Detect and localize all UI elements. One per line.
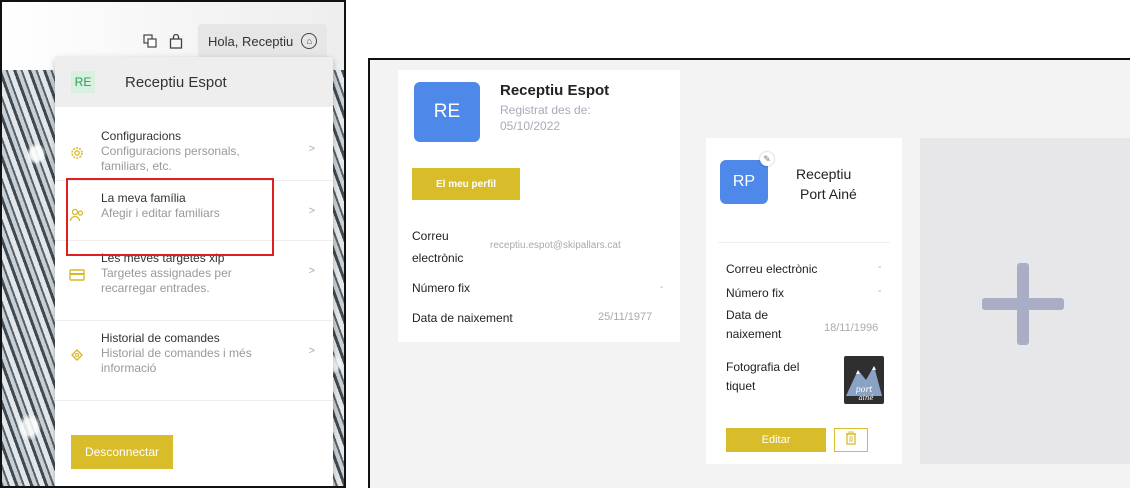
ticket-logo-text-2: ainé	[858, 394, 873, 402]
gear-icon	[69, 145, 85, 161]
menu-item-title: La meva família	[101, 191, 186, 205]
account-icon: ⌂	[301, 33, 318, 49]
menu-item-subtitle: Historial de comandes i més	[101, 346, 252, 360]
phone-value: -	[660, 282, 664, 293]
family-member-name-line2: Port Ainé	[800, 186, 857, 202]
menu-item-subtitle: Afegir i editar familiars	[101, 206, 220, 220]
avatar: RP	[720, 160, 768, 204]
menu-item-la-meva-familia[interactable]: La meva família Afegir i editar familiar…	[55, 181, 333, 241]
email-value: receptiu.espot@skipallars.cat	[490, 240, 621, 251]
delete-button[interactable]	[834, 428, 868, 452]
card-icon	[69, 267, 85, 283]
user-badge: RE	[71, 71, 95, 93]
menu-item-subtitle: Targetes assignades per	[101, 266, 232, 280]
ticket-logo-text-1: port	[856, 385, 874, 394]
family-icon	[69, 207, 85, 223]
phone-label: Número fix	[726, 286, 785, 300]
birth-label-line2: naixement	[726, 327, 782, 341]
menu-item-subtitle: Configuracions personals,	[101, 144, 240, 158]
registered-date: Registrat des de: 05/10/2022	[500, 102, 630, 134]
menu-item-title: Les meves targetes xip	[101, 251, 225, 265]
header-bar: Hola, Receptiu ⌂	[142, 24, 328, 58]
greeting-text: Hola, Receptiu	[208, 33, 294, 49]
email-value: -	[878, 262, 882, 273]
logout-button[interactable]: Desconnectar	[71, 435, 174, 469]
edit-button[interactable]: Editar	[726, 428, 826, 452]
plus-icon	[982, 263, 1064, 345]
birth-label: Data de naixement	[412, 311, 513, 325]
chevron-right-icon: >	[308, 205, 315, 217]
email-label-line1: Correu	[412, 229, 449, 243]
photo-label-line1: Fotografia del	[726, 360, 800, 374]
menu-item-title: Historial de comandes	[101, 331, 220, 345]
menu-item-configuracions[interactable]: Configuracions Configuracions personals,…	[55, 119, 333, 181]
birth-value: 25/11/1977	[598, 311, 653, 323]
menu-item-targetes-xip[interactable]: Les meves targetes xip Targetes assignad…	[55, 241, 333, 321]
profile-name: Receptiu Espot	[500, 82, 610, 99]
birth-label: Data de naixement	[726, 308, 781, 342]
divider	[718, 242, 890, 243]
my-profile-button[interactable]: El meu perfil	[412, 168, 520, 200]
family-member-card: RP ✎ Receptiu Port Ainé Correu electròni…	[706, 138, 902, 464]
registered-value: 05/10/2022	[500, 119, 561, 133]
edit-pencil-icon[interactable]: ✎	[760, 152, 774, 166]
menu-item-subtitle-2: informació	[101, 361, 157, 375]
translate-icon[interactable]	[142, 33, 158, 49]
account-dropdown: RE Receptiu Espot Configuracions Configu…	[55, 57, 333, 486]
chevron-right-icon: >	[308, 345, 315, 357]
menu-item-title: Configuracions	[101, 129, 182, 143]
profile-card: RE Receptiu Espot Registrat des de: 05/1…	[398, 70, 680, 342]
family-member-name-line1: Receptiu	[796, 166, 852, 182]
ticket-photo[interactable]: port ainé	[844, 356, 884, 404]
menu-item-historial-comandes[interactable]: Historial de comandes Historial de coman…	[55, 321, 333, 401]
birth-label-line1: Data de	[726, 308, 769, 322]
phone-label: Número fix	[412, 281, 471, 295]
account-button[interactable]: Hola, Receptiu ⌂	[198, 24, 328, 58]
email-label: Correu electrònic	[412, 228, 463, 266]
avatar: RE	[414, 82, 480, 142]
family-member-name: Receptiu Port Ainé	[796, 164, 896, 204]
menu-item-subtitle-2: familiars, etc.	[101, 159, 172, 173]
ticket-icon	[69, 347, 85, 363]
birth-value: 18/11/1996	[824, 322, 879, 334]
profile-panel: RE Receptiu Espot Registrat des de: 05/1…	[368, 58, 1130, 488]
phone-value: -	[878, 286, 882, 297]
bag-icon[interactable]	[168, 33, 184, 49]
add-family-member-card[interactable]	[920, 138, 1130, 464]
email-label-line2: electrònic	[412, 251, 464, 265]
photo-label: Fotografia del tiquet	[726, 360, 799, 394]
registered-label: Registrat des de:	[500, 103, 591, 117]
menu-list: Configuracions Configuracions personals,…	[55, 119, 333, 401]
dropdown-header: RE Receptiu Espot	[55, 57, 333, 107]
menu-item-subtitle-2: recarregar entrades.	[101, 281, 210, 295]
trash-icon	[845, 431, 857, 450]
account-menu-panel: Hola, Receptiu ⌂ RE Receptiu Espot Confi…	[0, 0, 346, 488]
chevron-right-icon: >	[308, 143, 315, 155]
photo-label-line2: tiquet	[726, 379, 756, 393]
user-name: Receptiu Espot	[125, 73, 227, 91]
chevron-right-icon: >	[308, 265, 315, 277]
email-label: Correu electrònic	[726, 262, 818, 276]
